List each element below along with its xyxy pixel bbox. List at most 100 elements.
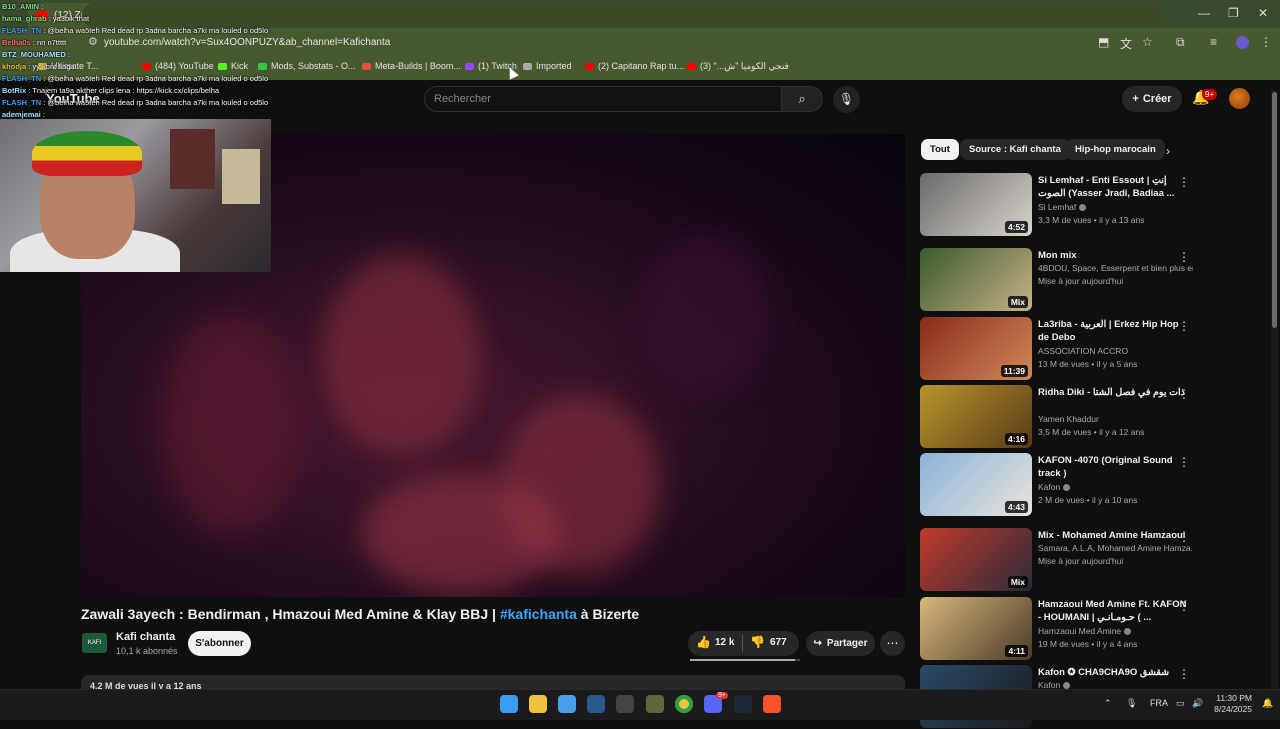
account-avatar[interactable] <box>1229 88 1250 109</box>
app-icon[interactable] <box>646 695 664 713</box>
kebab-menu-icon[interactable]: ⋮ <box>1178 455 1190 469</box>
system-clock[interactable]: 11:30 PM 8/24/2025 <box>1210 693 1252 715</box>
scrollbar-thumb[interactable] <box>1272 92 1277 328</box>
kebab-menu-icon[interactable]: ⋮ <box>1178 175 1190 189</box>
address-bar[interactable] <box>82 3 1162 27</box>
bookmark-star-icon[interactable]: ☆ <box>1142 35 1153 49</box>
filter-chip[interactable]: Source : Kafi chanta <box>960 139 1070 160</box>
like-count[interactable]: 12 k <box>715 637 734 648</box>
kebab-menu-icon[interactable]: ⋮ <box>1178 319 1190 333</box>
filter-chip[interactable]: Hip-hop marocain <box>1066 139 1165 160</box>
plus-icon: + <box>1132 93 1139 105</box>
channel-name[interactable]: Kafi chanta <box>116 631 175 643</box>
language-indicator[interactable]: FRA <box>1150 698 1168 708</box>
recommended-channel[interactable]: 4BDOU, Space, Esserpent et bien plus en.… <box>1038 263 1193 273</box>
bookmark-item[interactable]: (484) YouTube <box>142 61 214 71</box>
video-frame-shape <box>321 254 481 454</box>
chevron-right-icon[interactable]: › <box>1166 144 1170 158</box>
file-explorer-icon[interactable] <box>529 695 547 713</box>
chevron-up-icon[interactable]: ⌃ <box>1104 698 1112 709</box>
recommended-channel[interactable]: Samara, A.L.A, Mohamed Amine Hamza... <box>1038 543 1193 553</box>
url-text[interactable]: youtube.com/watch?v=Sux4OONPUZY&ab_chann… <box>104 37 390 48</box>
video-thumbnail[interactable]: Mix <box>920 248 1032 311</box>
recommended-video[interactable]: 4:43 KAFON -4070 (Original Sound track ) K… <box>920 453 1270 517</box>
recommended-video[interactable]: 4:16 Ridha Diki - ذات يوم في فصل الشتا Yam… <box>920 385 1270 449</box>
steam-alt-icon[interactable] <box>734 695 752 713</box>
recommended-video[interactable]: 11:39 La3riba - العربية | Erkez Hip Hop d… <box>920 317 1270 381</box>
chat-username: Belha0s <box>2 38 31 47</box>
subscribe-button[interactable]: S'abonner <box>188 631 251 656</box>
create-button[interactable]: + Créer <box>1122 86 1182 112</box>
install-app-icon[interactable]: ⬒ <box>1098 35 1109 49</box>
recommended-title[interactable]: Mon mix <box>1038 249 1188 262</box>
recommended-title[interactable]: Kafon ✪ CHA9CHA9O شقشق <box>1038 666 1188 679</box>
kebab-menu-icon[interactable]: ⋮ <box>1178 599 1190 613</box>
network-icon[interactable]: ▭ <box>1176 698 1185 709</box>
bookmark-item[interactable]: Meta-Builds | Boom... <box>362 61 461 71</box>
recommended-title[interactable]: La3riba - العربية | Erkez Hip Hop de Deb… <box>1038 318 1188 344</box>
media-control-icon[interactable]: ≡ <box>1210 35 1217 49</box>
brave-icon[interactable] <box>763 695 781 713</box>
recommended-video[interactable]: 4:11 Hamzaoui Med Amine Ft. KAFON - HOUMA… <box>920 597 1270 661</box>
microphone-tray-icon[interactable]: 🎙 <box>1126 698 1137 709</box>
chrome-menu-icon[interactable]: ⋮ <box>1260 35 1272 49</box>
recommended-channel[interactable]: Yamen Khaddur <box>1038 414 1099 424</box>
bookmark-item[interactable]: (2) Capitano Rap tu... <box>585 61 684 71</box>
obs-icon[interactable] <box>616 695 634 713</box>
steam-icon[interactable] <box>587 695 605 713</box>
more-actions-button[interactable]: ⋯ <box>880 631 905 656</box>
duration-badge: 4:16 <box>1004 433 1028 445</box>
recommended-channel[interactable]: Kafon <box>1038 482 1060 492</box>
kebab-menu-icon[interactable]: ⋮ <box>1178 387 1190 401</box>
minimize-button[interactable]: — <box>1198 6 1210 20</box>
channel-avatar[interactable]: KAFI <box>82 633 107 653</box>
bookmark-item[interactable]: Imported <box>523 61 572 71</box>
description-box[interactable] <box>81 675 905 689</box>
video-title: Zawali 3ayech : Bendirman , Hmazoui Med … <box>81 606 639 622</box>
bookmark-item[interactable]: فنجي الكوميا "ش..." (3) <box>687 61 789 72</box>
volume-icon[interactable]: 🔊 <box>1192 698 1203 709</box>
recommended-title[interactable]: Ridha Diki - ذات يوم في فصل الشتا <box>1038 386 1188 399</box>
recommended-video[interactable]: 4:52 Si Lemhaf - Enti Essout | إنتِ الصوت… <box>920 173 1270 237</box>
recommended-channel[interactable]: Si Lemhaf <box>1038 202 1076 212</box>
video-thumbnail[interactable]: Mix <box>920 528 1032 591</box>
windows-start-icon[interactable] <box>500 695 518 713</box>
profile-icon[interactable] <box>1236 36 1249 49</box>
filter-chip[interactable]: Tout <box>921 139 959 160</box>
hashtag-link[interactable]: #kafichanta <box>500 606 577 622</box>
chat-username: hama_ghrab <box>2 14 47 23</box>
translate-icon[interactable]: 文 <box>1120 35 1132 52</box>
store-icon[interactable] <box>558 695 576 713</box>
recommended-channel[interactable]: Hamzaoui Med Amine <box>1038 626 1121 636</box>
recommended-title[interactable]: KAFON -4070 (Original Sound track ) <box>1038 454 1188 480</box>
dislike-count[interactable]: 677 <box>770 637 787 648</box>
voice-search-button[interactable]: 🎙 <box>833 86 860 113</box>
video-thumbnail[interactable]: 4:52 <box>920 173 1032 236</box>
bookmark-item[interactable]: Mods, Substats - O... <box>258 61 356 71</box>
site-info-icon[interactable]: ⚙ <box>88 35 98 48</box>
kebab-menu-icon[interactable]: ⋮ <box>1178 250 1190 264</box>
search-button[interactable]: ⌕ <box>781 86 823 112</box>
video-thumbnail[interactable]: 11:39 <box>920 317 1032 380</box>
video-thumbnail[interactable]: 4:43 <box>920 453 1032 516</box>
recommended-video[interactable]: Mix Mix - Mohamed Amine Hamzaoui Samara, A… <box>920 528 1270 592</box>
kebab-menu-icon[interactable]: ⋮ <box>1178 530 1190 544</box>
recommended-meta: 3,5 M de vues • il y a 12 ans <box>1038 427 1145 437</box>
thumbs-up-icon[interactable]: 👍 <box>696 635 711 649</box>
video-thumbnail[interactable]: 4:11 <box>920 597 1032 660</box>
window-close-button[interactable]: ✕ <box>1258 6 1268 20</box>
kebab-menu-icon[interactable]: ⋮ <box>1178 667 1190 681</box>
notification-center-icon[interactable]: 🔔 <box>1262 698 1273 709</box>
thumbs-down-icon[interactable]: 👎 <box>750 635 765 649</box>
recommended-title[interactable]: Hamzaoui Med Amine Ft. KAFON - HOUMANI |… <box>1038 598 1188 624</box>
extensions-icon[interactable]: ⧉ <box>1176 35 1185 50</box>
recommended-video[interactable]: Mix Mon mix 4BDOU, Space, Esserpent et bie… <box>920 248 1270 312</box>
share-button[interactable]: ↪ Partager <box>806 631 875 656</box>
bookmark-item[interactable]: Kick <box>218 61 248 71</box>
video-thumbnail[interactable]: 4:16 <box>920 385 1032 448</box>
maximize-button[interactable]: ❐ <box>1228 6 1239 20</box>
recommended-title[interactable]: Mix - Mohamed Amine Hamzaoui <box>1038 529 1188 542</box>
recommended-channel[interactable]: ASSOCIATION ACCRO <box>1038 346 1128 356</box>
recommended-title[interactable]: Si Lemhaf - Enti Essout | إنتِ الصوت (Ya… <box>1038 174 1188 200</box>
chrome-icon[interactable] <box>675 695 693 713</box>
